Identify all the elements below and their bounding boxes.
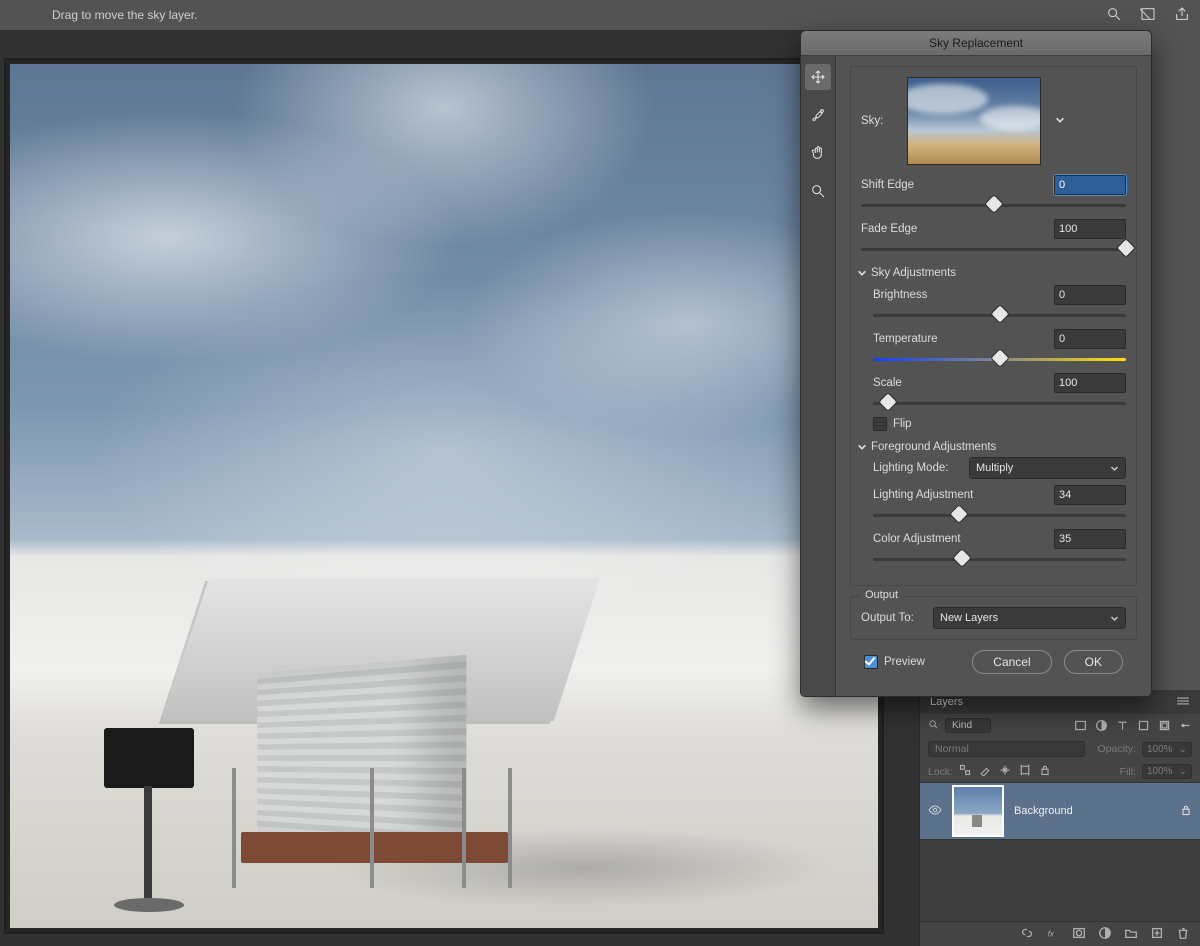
fade-edge-slider[interactable]: [861, 241, 1126, 257]
flip-checkbox[interactable]: [873, 417, 887, 431]
lighting-adj-label: Lighting Adjustment: [873, 489, 973, 501]
zoom-tool-icon[interactable]: [805, 178, 831, 204]
adjustment-layer-icon[interactable]: [1098, 926, 1112, 943]
scale-label: Scale: [873, 377, 902, 389]
output-to-select[interactable]: New Layers: [933, 607, 1126, 629]
fade-edge-label: Fade Edge: [861, 223, 917, 235]
shift-edge-label: Shift Edge: [861, 179, 914, 191]
sky-brush-tool-icon[interactable]: [805, 102, 831, 128]
sky-label: Sky:: [861, 115, 899, 127]
sky-preset-thumbnail[interactable]: [907, 77, 1041, 165]
brightness-input[interactable]: 0: [1054, 285, 1126, 305]
temperature-label: Temperature: [873, 333, 938, 345]
cancel-button[interactable]: Cancel: [972, 650, 1051, 674]
options-bar: Drag to move the sky layer.: [0, 0, 1200, 30]
opacity-label: Opacity:: [1097, 743, 1136, 755]
layer-list: Background: [920, 782, 1200, 921]
layers-panel: Layers Kind Normal Opacity: 100%⌄: [920, 690, 1200, 946]
lighting-adj-input[interactable]: 34: [1054, 485, 1126, 505]
layer-thumbnail[interactable]: [952, 785, 1004, 837]
layers-blend-row: Normal Opacity: 100%⌄: [920, 737, 1200, 761]
lock-transparent-icon[interactable]: [959, 764, 971, 779]
filter-smart-icon[interactable]: [1158, 719, 1171, 732]
shift-edge-slider[interactable]: [861, 197, 1126, 213]
flip-label: Flip: [893, 418, 912, 430]
color-adj-slider[interactable]: [873, 551, 1126, 567]
lock-all-icon[interactable]: [1039, 764, 1051, 779]
scale-input[interactable]: 100: [1054, 373, 1126, 393]
color-adj-label: Color Adjustment: [873, 533, 961, 545]
new-group-icon[interactable]: [1124, 926, 1138, 943]
scale-slider[interactable]: [873, 395, 1126, 411]
lock-label: Lock:: [928, 766, 953, 778]
dialog-title[interactable]: Sky Replacement: [801, 31, 1151, 56]
layers-tab-label: Layers: [930, 696, 963, 708]
brightness-slider[interactable]: [873, 307, 1126, 323]
delete-layer-icon[interactable]: [1176, 926, 1190, 943]
filter-shape-icon[interactable]: [1137, 719, 1150, 732]
visibility-eye-icon[interactable]: [928, 803, 942, 820]
temperature-slider[interactable]: [873, 351, 1126, 367]
layer-name: Background: [1014, 805, 1073, 817]
dialog-controls: Sky: Shift Edge 0 Fade Edge 100: [836, 56, 1151, 696]
layers-filter-row: Kind: [920, 714, 1200, 737]
grill-box: [104, 728, 194, 788]
search-icon[interactable]: [1106, 6, 1122, 25]
layer-lock-icon[interactable]: [1180, 804, 1192, 819]
sky-adjustments-header[interactable]: Sky Adjustments: [857, 267, 1126, 279]
frame-layout-icon[interactable]: [1140, 6, 1156, 25]
ok-button[interactable]: OK: [1064, 650, 1123, 674]
lock-position-icon[interactable]: [999, 764, 1011, 779]
fill-input[interactable]: 100%⌄: [1142, 764, 1192, 779]
foreground-adjustments-header[interactable]: Foreground Adjustments: [857, 441, 1126, 453]
blend-mode-select[interactable]: Normal: [928, 741, 1085, 757]
link-layers-icon[interactable]: [1020, 926, 1034, 943]
options-hint: Drag to move the sky layer.: [52, 8, 197, 22]
grill-base: [114, 898, 184, 912]
layers-footer: fx: [920, 921, 1200, 946]
lock-artboard-icon[interactable]: [1019, 764, 1031, 779]
lighting-mode-select[interactable]: Multiply: [969, 457, 1126, 479]
color-adj-input[interactable]: 35: [1054, 529, 1126, 549]
panel-menu-icon[interactable]: [1176, 696, 1190, 709]
workspace-controls: [1106, 6, 1190, 25]
add-mask-icon[interactable]: [1072, 926, 1086, 943]
output-to-label: Output To:: [861, 612, 927, 624]
document-canvas[interactable]: [4, 58, 884, 934]
move-sky-tool-icon[interactable]: [805, 64, 831, 90]
lighting-adj-slider[interactable]: [873, 507, 1126, 523]
new-layer-icon[interactable]: [1150, 926, 1164, 943]
sky-preset-dropdown-icon[interactable]: [1055, 114, 1065, 128]
fill-label: Fill:: [1120, 766, 1136, 778]
filter-kind-select[interactable]: Kind: [945, 718, 991, 733]
preview-label: Preview: [884, 656, 925, 668]
shift-edge-input[interactable]: 0: [1054, 175, 1126, 195]
fade-edge-input[interactable]: 100: [1054, 219, 1126, 239]
lighting-mode-label: Lighting Mode:: [873, 462, 963, 474]
lock-pixels-icon[interactable]: [979, 764, 991, 779]
brightness-label: Brightness: [873, 289, 927, 301]
dialog-toolbar: [801, 56, 836, 696]
filter-pixel-icon[interactable]: [1074, 719, 1087, 732]
search-icon[interactable]: [928, 719, 939, 733]
svg-text:fx: fx: [1048, 929, 1055, 938]
layers-lock-row: Lock: Fill: 100%⌄: [920, 761, 1200, 782]
temperature-input[interactable]: 0: [1054, 329, 1126, 349]
layer-effects-icon[interactable]: fx: [1046, 926, 1060, 943]
filter-adjust-icon[interactable]: [1095, 719, 1108, 732]
layer-row-background[interactable]: Background: [920, 782, 1200, 840]
share-icon[interactable]: [1174, 6, 1190, 25]
preview-checkbox[interactable]: [864, 655, 878, 669]
hand-tool-icon[interactable]: [805, 140, 831, 166]
filter-toggle-icon[interactable]: [1179, 719, 1192, 732]
sky-replacement-dialog: Sky Replacement Sky:: [800, 30, 1152, 697]
grill-pole: [144, 786, 152, 906]
opacity-input[interactable]: 100%⌄: [1142, 742, 1192, 757]
output-legend: Output: [861, 589, 902, 601]
filter-type-icon[interactable]: [1116, 719, 1129, 732]
